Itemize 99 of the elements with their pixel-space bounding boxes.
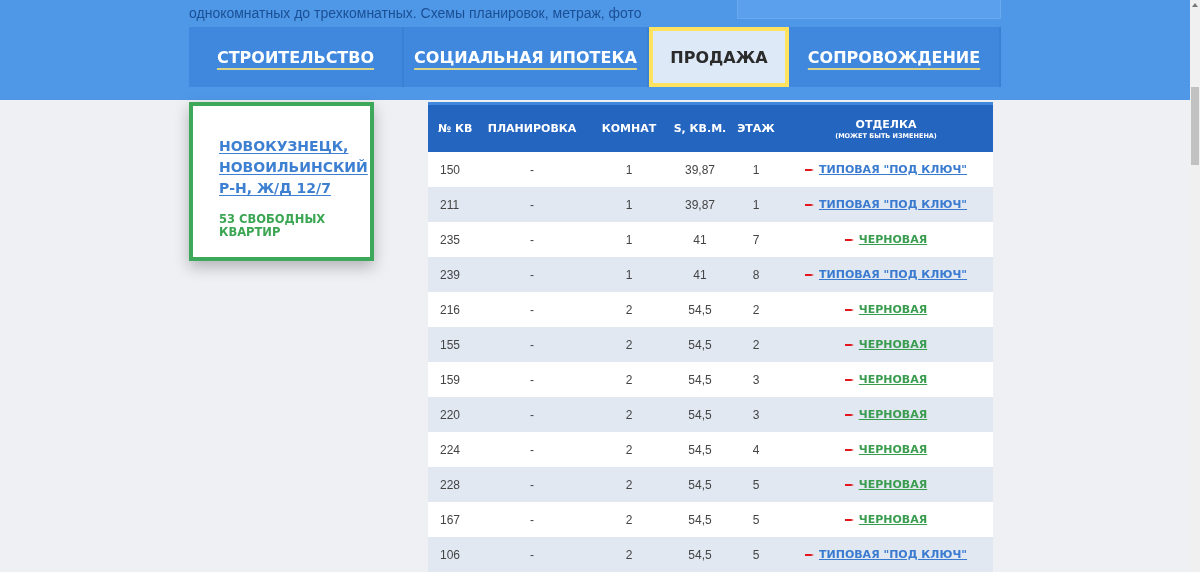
nav-tab[interactable]: ПРОДАЖА	[649, 27, 789, 87]
table-cell-text: 2	[624, 337, 634, 352]
table-cell-text: 2	[624, 547, 634, 562]
table-cell-text: 224	[439, 442, 462, 457]
scroll-thumb[interactable]	[1191, 87, 1199, 165]
bullet-icon	[844, 412, 854, 417]
table-cell-text: 211	[439, 197, 461, 212]
table-cell-text: 228	[439, 477, 462, 492]
finish-link[interactable]: ЧЕРНОВАЯ	[858, 303, 928, 316]
finish-link[interactable]: ЧЕРНОВАЯ	[858, 443, 928, 456]
intro-text: однокомнатных до трехкомнатных. Схемы планировок, метраж, фото	[189, 4, 642, 23]
bullet-icon	[804, 552, 814, 557]
table-cell-text: 5	[751, 477, 761, 492]
house-link[interactable]: НОВОКУЗНЕЦК, НОВОИЛЬИНСКИЙ Р-Н, Ж/Д 12/7	[219, 136, 369, 199]
column-header: КОМНАТ	[600, 122, 658, 135]
table-cell-text: 1	[624, 232, 634, 247]
table-cell-text: 2	[624, 372, 634, 387]
table-cell-text: 39,87	[684, 162, 716, 177]
table-cell-text: 106	[439, 547, 462, 562]
table-cell-text: 41	[692, 267, 708, 282]
bullet-icon	[844, 517, 854, 522]
table-cell-text: 5	[751, 512, 761, 527]
table-cell-text: 1	[751, 197, 761, 212]
bullet-icon	[804, 167, 814, 172]
finish-link[interactable]: ЧЕРНОВАЯ	[858, 233, 928, 246]
table-cell-text: 3	[751, 372, 761, 387]
table-cell-text: -	[529, 232, 535, 247]
table-cell-text: 54,5	[687, 372, 713, 387]
table-cell-text: 2	[624, 512, 634, 527]
table-cell-text: 54,5	[687, 407, 713, 422]
table-cell-text: -	[529, 267, 535, 282]
table-cell-text: 1	[624, 197, 634, 212]
table-cell-text: -	[529, 477, 535, 492]
table-cell-text: 2	[624, 477, 634, 492]
table-cell-text: 8	[751, 267, 761, 282]
bullet-icon	[844, 482, 854, 487]
column-header: ПЛАНИРОВКА	[486, 122, 578, 135]
table-cell-text: -	[529, 302, 535, 317]
table-cell-text: -	[529, 197, 535, 212]
table-cell-text: 1	[751, 162, 761, 177]
table-cell-text: 155	[439, 337, 462, 352]
bullet-icon	[844, 307, 854, 312]
table-cell-text: 54,5	[687, 512, 713, 527]
table-cell-text: 7	[751, 232, 761, 247]
table-cell-text: 54,5	[687, 337, 713, 352]
bullet-icon	[844, 447, 854, 452]
table-cell-text: 2	[624, 302, 634, 317]
table-cell-text: 4	[751, 442, 761, 457]
column-header: ЭТАЖ	[736, 122, 776, 135]
nav-tab[interactable]: СТРОИТЕЛЬСТВО	[189, 27, 404, 87]
scrollbar[interactable]	[1190, 0, 1200, 572]
table-cell-text: -	[529, 372, 535, 387]
finish-link[interactable]: ТИПОВАЯ "ПОД КЛЮЧ"	[818, 163, 967, 176]
finish-link[interactable]: ЧЕРНОВАЯ	[858, 513, 928, 526]
table-cell-text: 159	[439, 372, 462, 387]
table-cell-text: 54,5	[687, 547, 713, 562]
table-cell-text: -	[529, 512, 535, 527]
table-cell-text: 2	[624, 407, 634, 422]
bullet-icon	[804, 202, 814, 207]
table-cell-text: 3	[751, 407, 761, 422]
table-cell-text: -	[529, 407, 535, 422]
table-cell-text: 54,5	[687, 477, 713, 492]
table-cell-text: 2	[751, 337, 761, 352]
table-cell-text: 216	[439, 302, 462, 317]
bullet-icon	[804, 272, 814, 277]
table-cell-text: -	[529, 337, 535, 352]
scroll-up-icon[interactable]	[1192, 3, 1198, 7]
column-header: № КВ	[437, 122, 473, 135]
table-cell-text: 54,5	[687, 302, 713, 317]
table-cell-text: 2	[624, 442, 634, 457]
table-cell-text: 41	[692, 232, 708, 247]
finish-link[interactable]: ТИПОВАЯ "ПОД КЛЮЧ"	[818, 268, 967, 281]
table-cell-text: 239	[439, 267, 462, 282]
finish-link[interactable]: ЧЕРНОВАЯ	[858, 373, 928, 386]
column-header: ОТДЕЛКА	[855, 117, 917, 131]
table-cell-text: 5	[751, 547, 761, 562]
free-count: 53 СВОБОДНЫХ КВАРТИР	[219, 213, 327, 239]
bullet-icon	[844, 377, 854, 382]
table-cell-text: 220	[439, 407, 462, 422]
bullet-icon	[844, 237, 854, 242]
nav-tab[interactable]: СОПРОВОЖДЕНИЕ	[789, 27, 1001, 87]
table-cell-text: 1	[624, 267, 634, 282]
finish-link[interactable]: ТИПОВАЯ "ПОД КЛЮЧ"	[818, 548, 967, 561]
table-cell-text: 54,5	[687, 442, 713, 457]
finish-link[interactable]: ЧЕРНОВАЯ	[858, 408, 928, 421]
table-cell-text: 167	[439, 512, 462, 527]
bullet-icon	[844, 342, 854, 347]
table-cell-text: 1	[624, 162, 634, 177]
table-cell-text: 39,87	[684, 197, 716, 212]
table-cell-text: 2	[751, 302, 761, 317]
table-cell-text: -	[529, 162, 535, 177]
table-cell-text: 235	[439, 232, 462, 247]
column-header: S, КВ.М.	[672, 122, 728, 135]
finish-link[interactable]: ТИПОВАЯ "ПОД КЛЮЧ"	[818, 198, 967, 211]
table-cell-text: -	[529, 547, 535, 562]
finish-link[interactable]: ЧЕРНОВАЯ	[858, 338, 928, 351]
table-cell-text: 150	[439, 162, 462, 177]
table-cell-text: -	[529, 442, 535, 457]
finish-link[interactable]: ЧЕРНОВАЯ	[858, 478, 928, 491]
